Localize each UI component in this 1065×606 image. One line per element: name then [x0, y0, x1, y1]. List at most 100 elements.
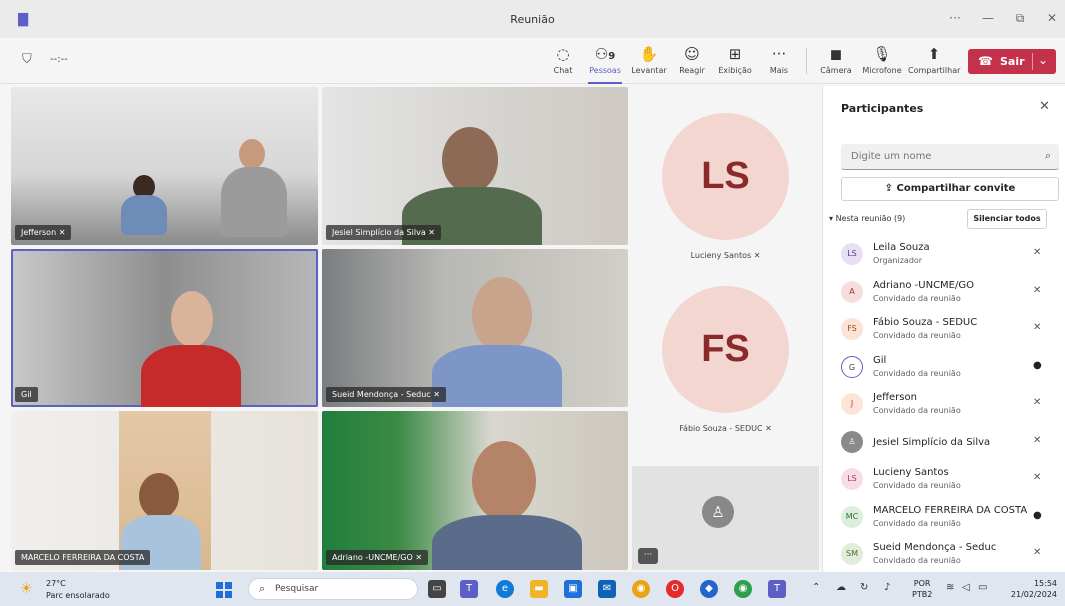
raise-hand-button[interactable]: ✋ Levantar	[631, 44, 667, 80]
taskbar-search-label: Pesquisar	[275, 584, 319, 594]
restore-button[interactable]: ⧉	[1010, 11, 1030, 26]
raise-hand-icon: ✋	[639, 45, 659, 63]
video-tile-adriano[interactable]: Adriano -UNCME/GO ✕	[322, 411, 628, 570]
view-label: Exibição	[718, 66, 752, 75]
shield-icon[interactable]: ⛉	[22, 52, 32, 67]
weather-description[interactable]: Parc ensolarado	[46, 591, 110, 600]
participant-name: Gil	[873, 354, 887, 366]
avatar-tile-lucieny[interactable]: LS Lucieny Santos ✕	[632, 87, 819, 267]
section-toggle[interactable]: ▾ Nesta reunião (9)	[829, 214, 905, 223]
network-icon[interactable]: ↻	[860, 582, 868, 593]
volume-icon[interactable]: ◁	[962, 582, 970, 593]
participant-figure	[139, 473, 179, 519]
participant-row[interactable]: MC MARCELO FERREIRA DA COSTA Convidado d…	[823, 499, 1065, 537]
video-tile-jefferson[interactable]: Jefferson ✕	[11, 87, 318, 245]
participant-role: Convidado da reunião	[873, 518, 961, 528]
tile-name-tag: Adriano -UNCME/GO ✕	[326, 550, 429, 565]
participant-body	[432, 515, 582, 570]
search-input[interactable]	[841, 144, 1021, 169]
minimize-button[interactable]: —	[978, 11, 998, 25]
video-tile-marcelo[interactable]: MARCELO FERREIRA DA COSTA	[11, 411, 318, 570]
microphone-button[interactable]: 🎙︎ Microfone	[861, 44, 903, 80]
participant-row[interactable]: LS Lucieny Santos Convidado da reunião ✕	[823, 461, 1065, 499]
avatar-tile-fabio[interactable]: FS Fábio Souza - SEDUC ✕	[632, 270, 819, 450]
participant-row[interactable]: J Jefferson Convidado da reunião ✕	[823, 386, 1065, 424]
participant-row[interactable]: SM Sueid Mendonça - Seduc Convidado da r…	[823, 536, 1065, 574]
share-screen-button[interactable]: ⬆ Compartilhar	[908, 44, 960, 80]
opera-icon[interactable]: O	[666, 580, 684, 598]
tile-name-tag: Gil	[15, 387, 38, 402]
start-button[interactable]	[216, 582, 232, 598]
teams-chat-icon[interactable]: T	[460, 580, 478, 598]
wifi-icon[interactable]: ≋	[946, 582, 954, 593]
participant-figure	[472, 277, 532, 353]
participant-name: Lucieny Santos	[873, 467, 949, 478]
chevron-down-icon[interactable]: ⌄	[1038, 53, 1048, 67]
taskbar-search[interactable]: ⌕ Pesquisar	[248, 578, 418, 600]
participant-row[interactable]: G Gil Convidado da reunião ●	[823, 349, 1065, 387]
share-invite-label: Compartilhar convite	[896, 183, 1016, 194]
view-button[interactable]: ⊞ Exibição	[716, 44, 754, 80]
participant-search[interactable]: ⌕	[841, 144, 1059, 170]
battery-icon[interactable]: ▭	[978, 582, 987, 593]
react-button[interactable]: ☺ Reagir	[678, 44, 706, 80]
file-explorer-icon[interactable]: ▬	[530, 580, 548, 598]
chevron-up-icon[interactable]: ⌃	[812, 582, 820, 593]
store-icon[interactable]: ▣	[564, 580, 582, 598]
people-button[interactable]: ⚇9 Pessoas	[588, 44, 622, 84]
phone-hangup-icon: ☎	[978, 54, 993, 68]
weather-sun-icon[interactable]: ☀	[20, 581, 33, 597]
video-tile-jesiel[interactable]: Jesiel Simplício da Silva ✕	[322, 87, 628, 245]
chat-label: Chat	[553, 66, 573, 75]
more-button[interactable]: ··· Mais	[766, 44, 792, 80]
participant-row[interactable]: ♙ Jesiel Simplício da Silva ✕	[823, 424, 1065, 462]
search-icon[interactable]: ⌕	[1045, 149, 1051, 163]
chat-icon: ◌	[556, 45, 570, 63]
tile-name-tag: Lucieny Santos ✕	[690, 251, 761, 260]
avatar: FS	[841, 318, 863, 340]
tile-name-tag: Jesiel Simplício da Silva ✕	[326, 225, 441, 240]
leave-button[interactable]: ☎ Sair ⌄	[968, 49, 1056, 74]
mic-off-icon: ✕	[428, 228, 435, 237]
edge-icon[interactable]: e	[496, 580, 514, 598]
participant-name: Leila Souza	[873, 242, 930, 253]
chrome-icon[interactable]: ◉	[632, 580, 650, 598]
mail-icon[interactable]: ✉	[598, 580, 616, 598]
language-indicator[interactable]: POR PTB2	[912, 578, 932, 600]
avatar: LS	[662, 113, 789, 240]
window-more-button[interactable]: ···	[945, 11, 965, 25]
participant-role: Convidado da reunião	[873, 406, 961, 415]
task-view-icon[interactable]: ▭	[428, 580, 446, 598]
mic-on-icon: ●	[1033, 359, 1042, 371]
panel-title: Participantes	[841, 102, 924, 115]
system-clock[interactable]: 15:54 21/02/2024	[1005, 578, 1057, 600]
participant-row[interactable]: LS Leila Souza Organizador ✕	[823, 236, 1065, 274]
participant-role: Convidado da reunião	[873, 331, 961, 340]
participants-panel: Participantes ✕ ⌕ ⇪ Compartilhar convite…	[822, 86, 1065, 572]
share-invite-button[interactable]: ⇪ Compartilhar convite	[841, 177, 1059, 201]
close-icon[interactable]: ✕	[1039, 99, 1050, 114]
participant-role: Organizador	[873, 256, 923, 265]
participant-row[interactable]: A Adriano -UNCME/GO Convidado da reunião…	[823, 274, 1065, 312]
close-window-button[interactable]: ✕	[1042, 11, 1062, 25]
chat-button[interactable]: ◌ Chat	[550, 44, 576, 80]
mute-all-button[interactable]: Silenciar todos	[967, 209, 1047, 229]
share-invite-icon: ⇪	[884, 183, 894, 194]
avatar: LS	[841, 468, 863, 490]
teams-icon[interactable]: T	[768, 580, 786, 598]
participant-row[interactable]: FS Fábio Souza - SEDUC Convidado da reun…	[823, 311, 1065, 349]
mic-off-icon: 🎙︎	[872, 45, 892, 63]
video-tile-sueid[interactable]: Sueid Mendonça - Seduc ✕	[322, 249, 628, 407]
mic-on-icon: ●	[1033, 509, 1042, 521]
cloud-icon[interactable]: ☁	[836, 582, 846, 593]
weather-temperature[interactable]: 27°C	[46, 579, 66, 588]
more-participants-button[interactable]: ···	[638, 548, 658, 564]
video-tile-gil[interactable]: Gil	[11, 249, 318, 407]
chrome-alt-icon[interactable]: ◉	[734, 580, 752, 598]
section-label: Nesta reunião (9)	[835, 214, 906, 223]
overflow-tile[interactable]: ♙ ···	[632, 466, 819, 570]
avatar: LS	[841, 243, 863, 265]
app-icon[interactable]: ◆	[700, 580, 718, 598]
camera-button[interactable]: ◼ Câmera	[820, 44, 852, 80]
microphone-tray-icon[interactable]: ♪	[884, 582, 890, 593]
